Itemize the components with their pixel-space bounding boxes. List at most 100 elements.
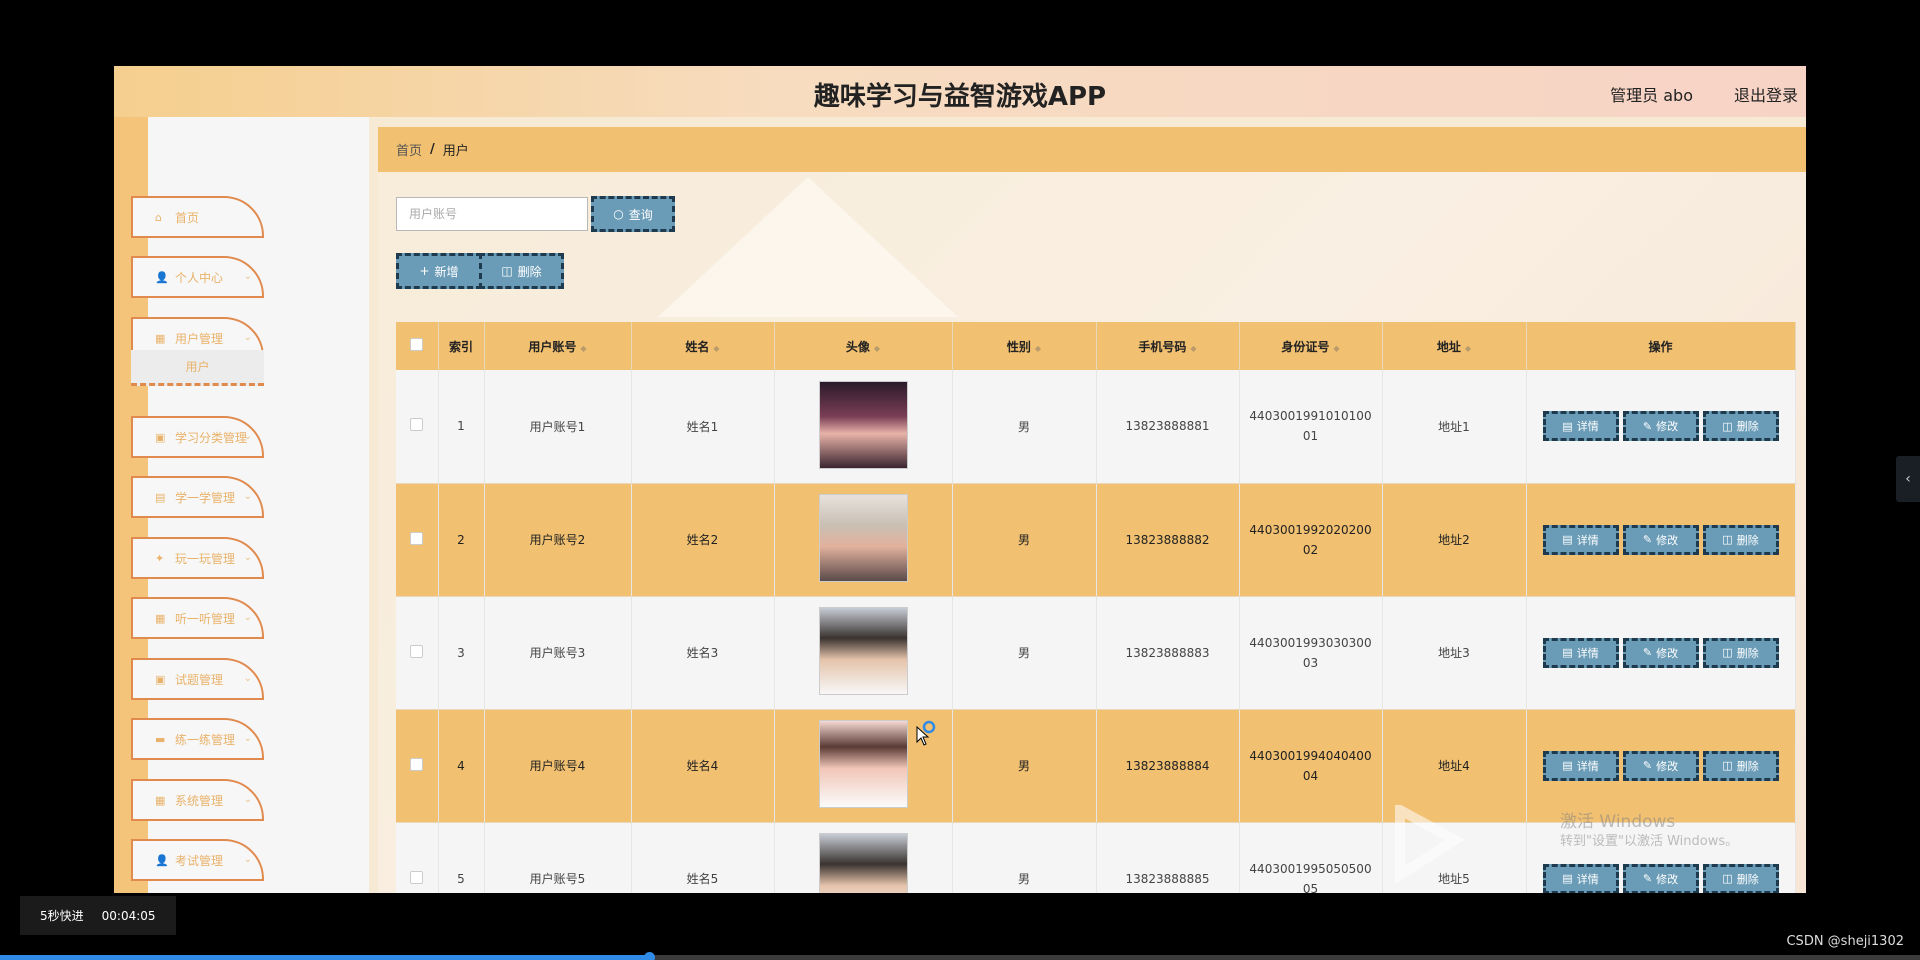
sort-icon[interactable]: ◆ <box>1333 344 1339 353</box>
detail-button[interactable]: ▤ 详情 <box>1542 637 1619 668</box>
edit-button[interactable]: ✎ 修改 <box>1622 524 1699 555</box>
search-icon: ○ <box>613 207 624 221</box>
submenu-item-user[interactable]: 用户 <box>131 350 264 386</box>
row-checkbox[interactable] <box>410 757 424 771</box>
sort-icon[interactable]: ◆ <box>1035 344 1041 353</box>
sidebar-item[interactable]: ⌂ 首页 <box>131 196 264 238</box>
delete-button[interactable]: ◫ 删除 <box>1702 524 1779 555</box>
grid-icon: ▦ <box>155 331 166 345</box>
row-select-cell <box>396 370 439 484</box>
column-header[interactable]: 身份证号 ◆ <box>1239 322 1383 370</box>
sort-icon[interactable]: ◆ <box>874 344 880 353</box>
sort-icon[interactable]: ◆ <box>1190 344 1196 353</box>
add-button-label: 新增 <box>434 264 459 279</box>
edit-button[interactable]: ✎ 修改 <box>1622 750 1699 781</box>
batch-delete-label: 删除 <box>517 264 542 279</box>
sidebar-item[interactable]: 👤 考试管理 ⌄ <box>131 839 264 881</box>
detail-button[interactable]: ▤ 详情 <box>1542 524 1619 555</box>
detail-button[interactable]: ▤ 详情 <box>1542 411 1619 442</box>
sort-icon[interactable]: ◆ <box>713 344 719 353</box>
delete-button[interactable]: ◫ 删除 <box>1702 863 1779 893</box>
column-header[interactable]: 手机号码 ◆ <box>1096 322 1240 370</box>
row-select-cell <box>396 709 439 823</box>
detail-button[interactable]: ▤ 详情 <box>1542 863 1619 893</box>
delete-label: 删除 <box>1736 646 1759 660</box>
table-row: 2 用户账号2 姓名2 男 13823888882 440300199202020002 地… <box>396 483 1796 597</box>
cell-avatar <box>774 370 953 484</box>
cell-id-card: 440300199505050005 <box>1239 822 1383 893</box>
breadcrumb-home[interactable]: 首页 <box>396 140 422 159</box>
breadcrumb-separator: / <box>430 142 435 157</box>
cell-name: 姓名4 <box>631 709 775 823</box>
video-progress-bar[interactable] <box>0 952 1920 960</box>
row-checkbox[interactable] <box>410 531 424 545</box>
document-icon: ▤ <box>1562 533 1573 546</box>
sidebar-item[interactable]: ▦ 系统管理 ⌄ <box>131 779 264 821</box>
column-header: 索引 <box>438 322 485 370</box>
chevron-left-icon: ‹ <box>1905 471 1911 487</box>
video-progress-handle[interactable] <box>643 952 655 960</box>
column-header-label: 姓名 <box>685 339 710 354</box>
sidebar-item[interactable]: ▦ 听一听管理 ⌄ <box>131 597 264 639</box>
sidebar: ⌂ 首页 👤 个人中心 ⌄ ▦ 用户管理 ⌄ ▣ 学习分类管理 ⌄ ▤ 学一学管理 ⌄ ✦ 玩一玩管理 ⌄ ▦ 听一… <box>114 117 369 893</box>
edit-button[interactable]: ✎ 修改 <box>1622 863 1699 893</box>
column-header[interactable]: 地址 ◆ <box>1382 322 1527 370</box>
sidebar-item-label: 系统管理 <box>175 793 224 808</box>
background-decoration <box>658 177 958 317</box>
chevron-down-icon: ⌄ <box>243 733 252 744</box>
sidebar-item[interactable]: ▣ 试题管理 ⌄ <box>131 658 264 700</box>
column-header[interactable]: 头像 ◆ <box>774 322 953 370</box>
add-button[interactable]: + 新增 <box>396 253 482 289</box>
edit-button[interactable]: ✎ 修改 <box>1622 637 1699 668</box>
sidebar-item-label: 学一学管理 <box>175 490 236 505</box>
collapse-panel-button[interactable]: ‹ <box>1896 456 1920 502</box>
video-fast-forward-overlay: 5秒快进 00:04:05 <box>20 896 176 935</box>
search-button[interactable]: ○ 查询 <box>591 196 675 232</box>
sort-icon[interactable]: ◆ <box>580 344 586 353</box>
cell-phone: 13823888884 <box>1096 709 1240 823</box>
row-checkbox[interactable] <box>410 644 424 658</box>
edit-button[interactable]: ✎ 修改 <box>1622 411 1699 442</box>
trash-icon: ◫ <box>1722 646 1733 659</box>
column-header[interactable]: 用户账号 ◆ <box>484 322 632 370</box>
table-row: 3 用户账号3 姓名3 男 13823888883 440300199303030003 地… <box>396 596 1796 710</box>
cell-avatar <box>774 483 953 597</box>
row-checkbox[interactable] <box>410 870 424 884</box>
cell-phone: 13823888882 <box>1096 483 1240 597</box>
csdn-watermark: CSDN @sheji1302 <box>1786 934 1904 949</box>
row-checkbox[interactable] <box>410 418 424 432</box>
trash-icon: ◫ <box>1722 759 1733 772</box>
screen: 趣味学习与益智游戏APP 管理员 abo 退出登录 ⌂ 首页 👤 个人中心 ⌄ ▦ 用户管理… <box>0 0 1920 960</box>
pencil-icon: ✎ <box>1642 533 1653 546</box>
search-input[interactable] <box>396 197 588 231</box>
logout-link[interactable]: 退出登录 <box>1734 82 1798 106</box>
column-header[interactable]: 性别 ◆ <box>952 322 1097 370</box>
sidebar-item[interactable]: ▬ 练一练管理 ⌄ <box>131 718 264 760</box>
batch-delete-button[interactable]: ◫ 删除 <box>479 253 564 289</box>
grid-icon: ▦ <box>155 793 166 807</box>
column-header[interactable]: 姓名 ◆ <box>631 322 775 370</box>
delete-button[interactable]: ◫ 删除 <box>1702 411 1779 442</box>
delete-button[interactable]: ◫ 删除 <box>1702 637 1779 668</box>
column-header-label: 用户账号 <box>528 339 577 354</box>
detail-button[interactable]: ▤ 详情 <box>1542 750 1619 781</box>
sidebar-item-label: 玩一玩管理 <box>175 551 236 566</box>
app-window: 趣味学习与益智游戏APP 管理员 abo 退出登录 ⌂ 首页 👤 个人中心 ⌄ ▦ 用户管理… <box>114 66 1806 893</box>
cell-name: 姓名5 <box>631 822 775 893</box>
plus-icon: + <box>419 264 430 278</box>
trash-icon: ◫ <box>1722 533 1733 546</box>
delete-button[interactable]: ◫ 删除 <box>1702 750 1779 781</box>
cell-index: 3 <box>438 596 485 710</box>
document-icon: ▤ <box>1562 759 1573 772</box>
sidebar-item[interactable]: ▣ 学习分类管理 ⌄ <box>131 416 264 458</box>
sidebar-item[interactable]: ✦ 玩一玩管理 ⌄ <box>131 537 264 579</box>
cell-index: 5 <box>438 822 485 893</box>
sidebar-item[interactable]: 👤 个人中心 ⌄ <box>131 256 264 298</box>
sidebar-item-label: 个人中心 <box>175 270 224 285</box>
select-all-checkbox[interactable] <box>410 338 424 351</box>
cell-phone: 13823888885 <box>1096 822 1240 893</box>
cell-name: 姓名3 <box>631 596 775 710</box>
sort-icon[interactable]: ◆ <box>1465 344 1471 353</box>
cell-address: 地址1 <box>1382 370 1527 484</box>
sidebar-item[interactable]: ▤ 学一学管理 ⌄ <box>131 476 264 518</box>
